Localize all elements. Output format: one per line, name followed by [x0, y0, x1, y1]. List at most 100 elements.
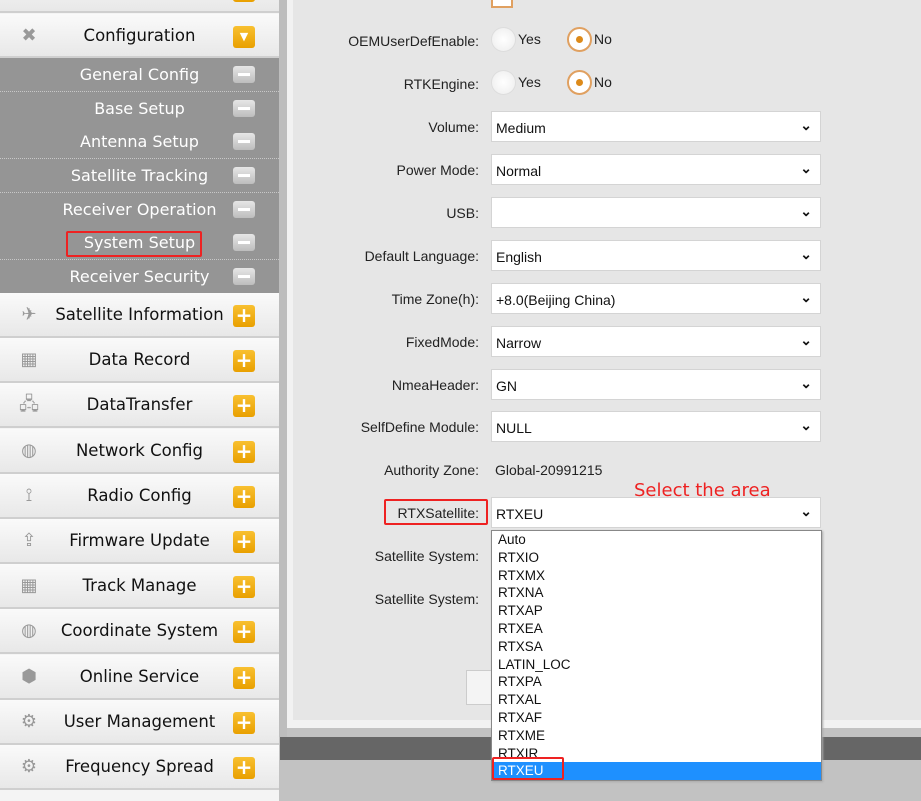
minus-icon[interactable]	[233, 66, 255, 83]
sub-item-receiver-operation[interactable]: Receiver Operation	[0, 193, 279, 227]
sub-item-receiver-security[interactable]: Receiver Security	[0, 260, 279, 294]
oem-no-radio[interactable]	[567, 27, 592, 52]
select-value: RTXEU	[496, 506, 544, 522]
upload-icon: ⇪	[21, 530, 37, 551]
nmea-header-select[interactable]: GN ⌄	[491, 369, 821, 400]
oem-user-def-enable-row: OEMUserDefEnable: Yes No	[287, 25, 921, 57]
highlight-box	[384, 499, 488, 525]
select-value: English	[496, 249, 542, 265]
collapse-icon[interactable]: ▼	[233, 26, 255, 48]
minus-icon[interactable]	[233, 201, 255, 218]
expand-icon[interactable]: +	[233, 757, 255, 779]
field-label: USB:	[446, 205, 479, 221]
field-label: Satellite System:	[374, 548, 479, 564]
dropdown-option[interactable]: RTXNA	[492, 584, 821, 602]
minus-icon[interactable]	[233, 133, 255, 150]
rtx-satellite-select[interactable]: RTXEU ⌄	[491, 497, 821, 528]
volume-row: Volume: Medium ⌄	[287, 111, 921, 143]
dropdown-option[interactable]: Auto	[492, 531, 821, 549]
chevron-down-icon: ⌄	[800, 375, 812, 391]
sidebar-item-online-service[interactable]: ⬢ Online Service +	[0, 654, 279, 700]
sidebar-scrollbar[interactable]	[279, 0, 287, 737]
sidebar: + ✖ Configuration ▼ General Config Base …	[0, 0, 279, 801]
sidebar-item-label: DataTransfer	[86, 395, 193, 415]
minus-icon[interactable]	[233, 268, 255, 285]
field-label: Volume:	[428, 119, 479, 135]
calendar-chart-icon: ▦	[20, 349, 38, 371]
usb-select[interactable]: ⌄	[491, 197, 821, 228]
language-select[interactable]: English ⌄	[491, 240, 821, 271]
field-label: Time Zone(h):	[391, 291, 479, 307]
annotation-text: Select the area	[634, 480, 771, 501]
radio-label: No	[594, 31, 612, 47]
dropdown-option[interactable]: RTXMX	[492, 567, 821, 585]
sub-item-general-config[interactable]: General Config	[0, 58, 279, 92]
expand-icon[interactable]: +	[233, 0, 255, 2]
voice-checkbox[interactable]	[491, 0, 513, 8]
sidebar-item-coordinate-system[interactable]: ◍ Coordinate System +	[0, 609, 279, 655]
sidebar-item-previous[interactable]: +	[0, 0, 279, 13]
sidebar-item-network-config[interactable]: ◍ Network Config +	[0, 428, 279, 474]
field-label: Default Language:	[364, 248, 479, 264]
dropdown-option[interactable]: RTXME	[492, 727, 821, 745]
expand-icon[interactable]: +	[233, 305, 255, 327]
nmea-header-row: NmeaHeader: GN ⌄	[287, 369, 921, 401]
chevron-down-icon: ⌄	[800, 246, 812, 262]
sidebar-item-frequency-spread[interactable]: ⚙ Frequency Spread +	[0, 745, 279, 790]
cube-icon: ⬢	[21, 665, 37, 687]
expand-icon[interactable]: +	[233, 350, 255, 373]
oem-yes-radio[interactable]	[491, 27, 516, 52]
dropdown-option[interactable]: RTXPA	[492, 673, 821, 691]
network-icon: 🖧	[18, 394, 40, 416]
sub-item-label: Receiver Security	[69, 267, 210, 286]
dropdown-option[interactable]: RTXAL	[492, 691, 821, 709]
power-mode-select[interactable]: Normal ⌄	[491, 154, 821, 185]
minus-icon[interactable]	[233, 234, 255, 251]
time-zone-row: Time Zone(h): +8.0(Beijing China) ⌄	[287, 283, 921, 315]
sub-item-base-setup[interactable]: Base Setup	[0, 92, 279, 126]
sidebar-item-label: Network Config	[75, 440, 204, 460]
dropdown-option[interactable]: LATIN_LOC	[492, 656, 821, 674]
sidebar-item-datatransfer[interactable]: 🖧 DataTransfer +	[0, 383, 279, 429]
self-define-module-select[interactable]: NULL ⌄	[491, 411, 821, 442]
expand-icon[interactable]: +	[233, 666, 255, 689]
dropdown-option[interactable]: RTXAP	[492, 602, 821, 620]
sub-item-label: Receiver Operation	[62, 200, 217, 219]
power-mode-row: Power Mode: Normal ⌄	[287, 154, 921, 186]
expand-icon[interactable]: +	[233, 711, 255, 734]
dropdown-option[interactable]: RTXEA	[492, 620, 821, 638]
minus-icon[interactable]	[233, 100, 255, 117]
expand-icon[interactable]: +	[233, 531, 255, 553]
rtx-satellite-dropdown[interactable]: Auto RTXIO RTXMX RTXNA RTXAP RTXEA RTXSA LATIN_…	[491, 530, 822, 781]
dropdown-option[interactable]: RTXAF	[492, 709, 821, 727]
rtk-yes-radio[interactable]	[491, 70, 516, 95]
sub-item-satellite-tracking[interactable]: Satellite Tracking	[0, 159, 279, 193]
rtk-no-radio[interactable]	[567, 70, 592, 95]
time-zone-select[interactable]: +8.0(Beijing China) ⌄	[491, 283, 821, 314]
chevron-down-icon: ⌄	[800, 117, 812, 133]
expand-icon[interactable]: +	[233, 485, 255, 508]
dropdown-option[interactable]: RTXIO	[492, 549, 821, 567]
volume-select[interactable]: Medium ⌄	[491, 111, 821, 142]
radio-label: Yes	[518, 31, 541, 47]
expand-icon[interactable]: +	[233, 395, 255, 418]
chevron-down-icon: ⌄	[800, 417, 812, 433]
field-label: SelfDefine Module:	[360, 419, 479, 435]
sidebar-item-radio-config[interactable]: ⟟ Radio Config +	[0, 473, 279, 519]
sidebar-item-configuration[interactable]: ✖ Configuration ▼	[0, 14, 279, 58]
sub-item-label: Base Setup	[94, 99, 185, 118]
sidebar-item-firmware-update[interactable]: ⇪ Firmware Update +	[0, 519, 279, 564]
sidebar-item-user-management[interactable]: ⚙ User Management +	[0, 699, 279, 745]
sidebar-item-track-manage[interactable]: ▦ Track Manage +	[0, 564, 279, 610]
expand-icon[interactable]: +	[233, 440, 255, 463]
fixed-mode-select[interactable]: Narrow ⌄	[491, 326, 821, 357]
self-define-module-row: SelfDefine Module: NULL ⌄	[287, 411, 921, 443]
expand-icon[interactable]: +	[233, 576, 255, 599]
minus-icon[interactable]	[233, 167, 255, 184]
sidebar-item-satellite-information[interactable]: ✈ Satellite Information +	[0, 293, 279, 338]
sidebar-item-data-record[interactable]: ▦ Data Record +	[0, 338, 279, 384]
sidebar-item-label: Satellite Information	[55, 305, 224, 324]
dropdown-option[interactable]: RTXSA	[492, 638, 821, 656]
expand-icon[interactable]: +	[233, 621, 255, 644]
sub-item-antenna-setup[interactable]: Antenna Setup	[0, 125, 279, 159]
